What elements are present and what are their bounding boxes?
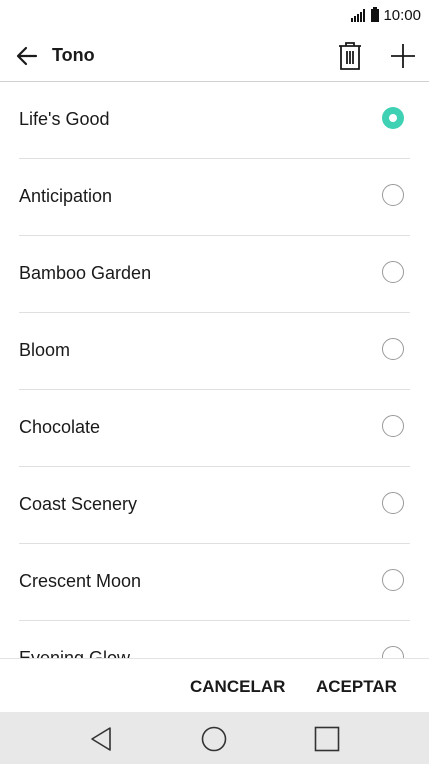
radio-unselected-icon[interactable] <box>382 184 404 206</box>
status-time: 10:00 <box>383 6 421 24</box>
ringtone-item[interactable]: Crescent Moon <box>19 544 410 621</box>
radio-unselected-icon[interactable] <box>382 492 404 514</box>
radio-unselected-icon[interactable] <box>382 569 404 591</box>
ringtone-label: Anticipation <box>19 186 113 206</box>
battery-icon <box>371 6 380 22</box>
ringtone-item[interactable]: Life's Good <box>19 82 410 159</box>
ringtone-item[interactable]: Coast Scenery <box>19 467 410 544</box>
dialog-button-bar: CANCELAR ACEPTAR <box>0 658 429 712</box>
ringtone-list: Life's Good Anticipation Bamboo Garden Bloo… <box>0 82 429 658</box>
nav-recent-apps-icon[interactable] <box>313 725 341 753</box>
ringtone-label: Evening Glow <box>19 648 131 658</box>
back-arrow-icon[interactable] <box>14 43 40 69</box>
nav-home-icon[interactable] <box>200 725 228 753</box>
ringtone-item[interactable]: Chocolate <box>19 390 410 467</box>
nav-back-icon[interactable] <box>88 725 116 753</box>
signal-icon <box>351 8 366 22</box>
ringtone-item[interactable]: Bamboo Garden <box>19 236 410 313</box>
status-bar: 10:00 <box>0 0 429 30</box>
ringtone-label: Crescent Moon <box>19 571 142 591</box>
ringtone-item[interactable]: Evening Glow <box>19 621 410 658</box>
ringtone-label: Bloom <box>19 340 71 360</box>
ringtone-label: Life's Good <box>19 109 110 129</box>
radio-unselected-icon[interactable] <box>382 415 404 437</box>
navigation-bar <box>0 712 429 764</box>
ringtone-label: Chocolate <box>19 417 101 437</box>
ringtone-label: Coast Scenery <box>19 494 138 514</box>
accept-button[interactable]: ACEPTAR <box>316 677 397 697</box>
radio-unselected-icon[interactable] <box>382 338 404 360</box>
add-icon[interactable] <box>389 42 417 70</box>
app-bar: Tono <box>0 30 429 82</box>
ringtone-item[interactable]: Anticipation <box>19 159 410 236</box>
ringtone-label: Bamboo Garden <box>19 263 152 283</box>
trash-icon[interactable] <box>337 40 363 72</box>
page-title: Tono <box>52 45 95 65</box>
cancel-button[interactable]: CANCELAR <box>190 677 285 697</box>
radio-unselected-icon[interactable] <box>382 646 404 658</box>
radio-selected-icon[interactable] <box>382 107 404 129</box>
ringtone-item[interactable]: Bloom <box>19 313 410 390</box>
radio-unselected-icon[interactable] <box>382 261 404 283</box>
